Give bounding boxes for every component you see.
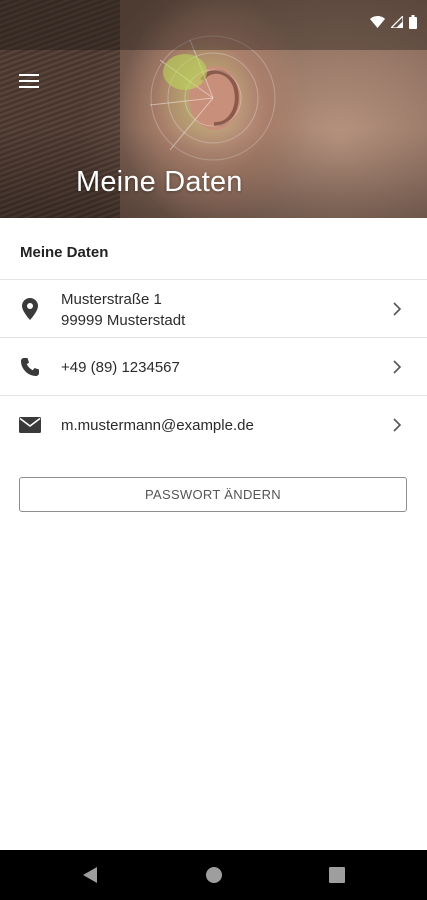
header-hero-image: Meine Daten <box>0 0 427 218</box>
address-row[interactable]: Musterstraße 1 99999 Musterstadt <box>0 279 427 338</box>
recents-square-icon <box>329 867 345 883</box>
page-title: Meine Daten <box>76 166 243 198</box>
chevron-right-icon <box>393 302 402 316</box>
home-circle-icon <box>206 867 222 883</box>
signal-icon <box>391 16 403 28</box>
back-button[interactable] <box>80 865 100 885</box>
address-street: Musterstraße 1 <box>61 291 162 308</box>
hamburger-menu-icon <box>19 74 39 88</box>
envelope-icon <box>18 413 42 437</box>
section-title: Meine Daten <box>20 244 109 261</box>
battery-icon <box>409 15 417 29</box>
system-navigation-bar <box>0 850 427 900</box>
change-password-button[interactable]: PASSWORT ÄNDERN <box>19 477 407 512</box>
wifi-icon <box>370 16 385 28</box>
back-triangle-icon <box>83 867 97 883</box>
chevron-right-icon <box>393 360 402 374</box>
phone-text: +49 (89) 1234567 <box>61 359 180 376</box>
address-text: Musterstraße 1 99999 Musterstadt <box>61 289 185 331</box>
email-text: m.mustermann@example.de <box>61 417 254 434</box>
phone-row[interactable]: +49 (89) 1234567 <box>0 337 427 396</box>
menu-button[interactable] <box>14 66 44 96</box>
location-pin-icon <box>18 297 42 321</box>
chevron-right-icon <box>393 418 402 432</box>
phone-icon <box>18 355 42 379</box>
status-bar <box>0 0 427 50</box>
recents-button[interactable] <box>327 865 347 885</box>
address-city: 99999 Musterstadt <box>61 312 186 329</box>
home-button[interactable] <box>204 865 224 885</box>
email-row[interactable]: m.mustermann@example.de <box>0 395 427 454</box>
